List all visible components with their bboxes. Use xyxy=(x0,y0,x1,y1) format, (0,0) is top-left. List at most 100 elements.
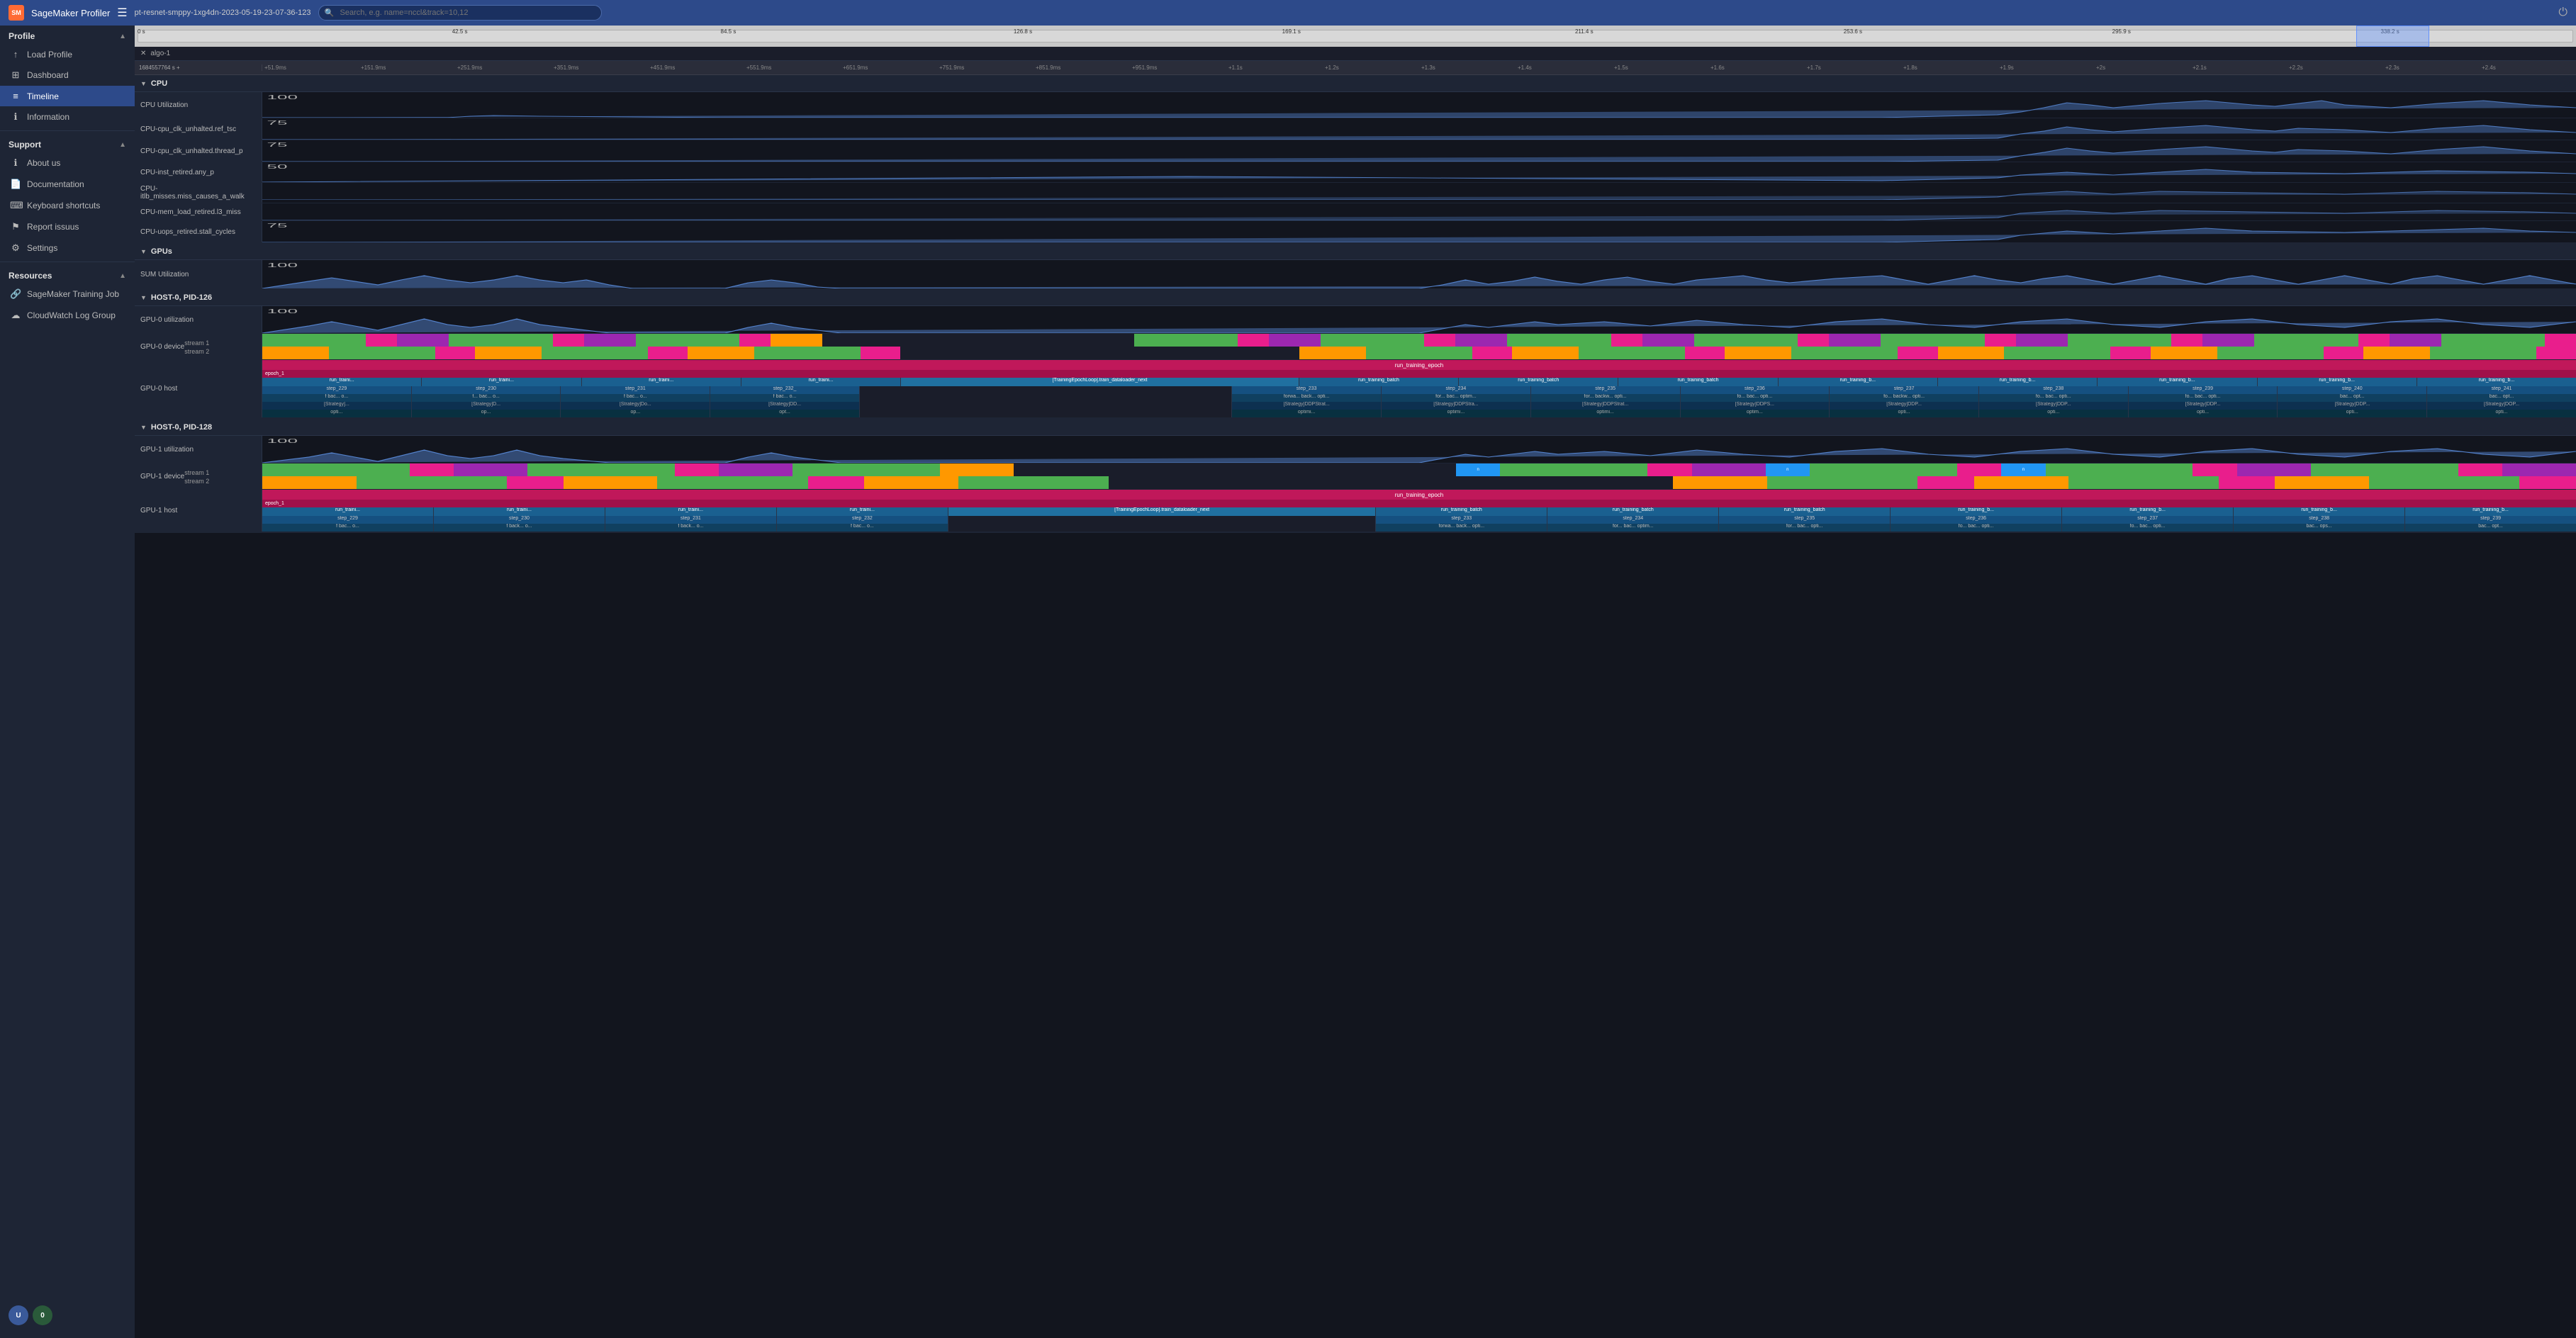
svg-text:100: 100 xyxy=(267,438,298,444)
cpu-clk-thread-label: CPU-cpu_clk_unhalted.thread_p xyxy=(135,140,262,162)
sidebar-item-documentation[interactable]: 📄 Documentation xyxy=(0,174,135,195)
host1-group-header[interactable]: ▼ HOST-0, PID-128 xyxy=(135,419,2576,436)
svg-text:100: 100 xyxy=(267,94,298,101)
cpu-itlb-chart[interactable] xyxy=(262,183,2576,200)
profile-section-header: Profile ▲ xyxy=(0,26,135,44)
sub-steps-row: f bac... o... f... bac... o... f bac... … xyxy=(262,394,2576,402)
gpu0-host-row: GPU-0 host run_training_epoch epoch_1 xyxy=(135,360,2576,419)
gpu0-device-chart[interactable] xyxy=(262,334,2576,359)
svg-text:75: 75 xyxy=(267,223,288,229)
sidebar-item-settings[interactable]: ⚙ Settings xyxy=(0,237,135,259)
settings-icon: ⚙ xyxy=(10,242,21,254)
search-input[interactable] xyxy=(318,5,602,21)
gpu1-stream2-label: stream 2 xyxy=(184,478,209,485)
avatar[interactable]: U xyxy=(9,1305,28,1325)
sidebar-item-about[interactable]: ℹ About us xyxy=(0,152,135,174)
hamburger-icon[interactable]: ☰ xyxy=(117,6,127,20)
gpu1-sub-steps: f bac... o... f back... o... f back... o… xyxy=(262,524,2576,532)
cloud-icon: ☁ xyxy=(10,310,21,321)
svg-text:75: 75 xyxy=(267,142,288,148)
gpu0-utilization-row: GPU-0 utilization 100 xyxy=(135,306,2576,334)
gpu1-step-numbers: step_229 step_230 step_231 step_232 step… xyxy=(262,516,2576,524)
timeline-header: ✕ algo-1 xyxy=(135,47,2576,61)
gpu1-device-label: GPU-1 device stream 1 stream 2 xyxy=(135,463,262,489)
sidebar-item-dashboard[interactable]: ⊞ Dashboard xyxy=(0,64,135,86)
sidebar-item-report-issues[interactable]: ⚑ Report issuus xyxy=(0,216,135,237)
opti-row: opti... op... op... opt... optimi... opt… xyxy=(262,410,2576,417)
host0-chevron-icon: ▼ xyxy=(140,294,147,301)
cpu-clk-thread-row: CPU-cpu_clk_unhalted.thread_p 75 xyxy=(135,140,2576,162)
gpu0-device-label: GPU-0 device stream 1 stream 2 xyxy=(135,334,262,359)
timeline-header-label: ✕ xyxy=(140,50,146,57)
power-icon[interactable]: ⏻ xyxy=(2558,6,2567,19)
step-labels-row: run_traini... run_traini... run_traini..… xyxy=(262,378,2576,386)
search-bar: 🔍 xyxy=(318,5,602,21)
gpu1-utilization-chart[interactable]: 100 xyxy=(262,436,2576,463)
profile-chevron-icon: ▲ xyxy=(119,33,126,40)
doc-icon: 📄 xyxy=(10,179,21,190)
sidebar-bottom: U 0 xyxy=(0,1300,135,1331)
sum-utilization-chart[interactable]: 100 xyxy=(262,260,2576,288)
cpu-itlb-label: CPU-itlb_misses.miss_causes_a_walk xyxy=(135,183,262,203)
gpu1-host-row: GPU-1 host run_training_epoch epoch_1 ru… xyxy=(135,490,2576,533)
cpu-clk-thread-chart[interactable]: 75 xyxy=(262,140,2576,162)
link-icon: 🔗 xyxy=(10,288,21,300)
info-icon: ℹ xyxy=(10,111,21,123)
about-icon: ℹ xyxy=(10,157,21,169)
gpu1-run-training-epoch-bar: run_training_epoch xyxy=(262,490,2576,500)
sidebar-item-load-profile[interactable]: ↑ Load Profile xyxy=(0,44,135,64)
support-chevron-icon: ▲ xyxy=(119,141,126,149)
cpu-clk-ref-chart[interactable]: 75 xyxy=(262,118,2576,140)
cpu-utilization-chart[interactable]: 100 xyxy=(262,92,2576,118)
cpu-clk-ref-row: CPU-cpu_clk_unhalted.ref_tsc 75 xyxy=(135,118,2576,140)
gpu1-step-labels: run_traini... run_traini... run_traini..… xyxy=(262,507,2576,516)
gpu0-stream2-label: stream 2 xyxy=(184,348,209,355)
app-title: SageMaker Profiler xyxy=(31,8,110,18)
sidebar-item-information[interactable]: ℹ Information xyxy=(0,106,135,128)
cpu-mem-row: CPU-mem_load_retired.l3_miss xyxy=(135,203,2576,221)
dashboard-icon: ⊞ xyxy=(10,69,21,81)
gpus-group-header[interactable]: ▼ GPUs xyxy=(135,243,2576,260)
cpu-group-header[interactable]: ▼ CPU xyxy=(135,75,2576,92)
topbar: SM SageMaker Profiler ☰ pt-resnet-smppy-… xyxy=(0,0,2576,26)
support-section-header: Support ▲ xyxy=(0,134,135,152)
svg-text:100: 100 xyxy=(267,262,298,269)
cpu-inst-row: CPU-inst_retired.any_p 50 xyxy=(135,162,2576,183)
avatar-secondary[interactable]: 0 xyxy=(33,1305,52,1325)
cpu-utilization-row: CPU Utilization 100 xyxy=(135,92,2576,118)
svg-text:100: 100 xyxy=(267,308,298,315)
sidebar-item-timeline[interactable]: ≡ Timeline xyxy=(0,86,135,106)
main-layout: Profile ▲ ↑ Load Profile ⊞ Dashboard ≡ T… xyxy=(0,26,2576,1338)
upload-icon: ↑ xyxy=(10,49,21,60)
sidebar: Profile ▲ ↑ Load Profile ⊞ Dashboard ≡ T… xyxy=(0,26,135,1338)
tracks-container: ▼ CPU CPU Utilization 100 xyxy=(135,75,2576,1338)
cpu-mem-chart[interactable] xyxy=(262,203,2576,220)
cpu-uops-row: CPU-uops_retired.stall_cycles 75 xyxy=(135,221,2576,243)
sidebar-item-keyboard-shortcuts[interactable]: ⌨ Keyboard shortcuts xyxy=(0,195,135,216)
breadcrumb: pt-resnet-smppy-1xg4dn-2023-05-19-23-07-… xyxy=(135,9,311,17)
host0-group-header[interactable]: ▼ HOST-0, PID-126 xyxy=(135,289,2576,306)
cpu-uops-chart[interactable]: 75 xyxy=(262,221,2576,242)
app-logo: SM xyxy=(9,5,24,21)
cpu-inst-chart[interactable]: 50 xyxy=(262,162,2576,182)
sidebar-item-cloudwatch[interactable]: ☁ CloudWatch Log Group xyxy=(0,305,135,326)
cpu-mem-label: CPU-mem_load_retired.l3_miss xyxy=(135,203,262,220)
flag-icon: ⚑ xyxy=(10,221,21,232)
gpu0-utilization-chart[interactable]: 100 xyxy=(262,306,2576,333)
secondary-ruler: 1684557764 s + +51.9ms +151.9ms +251.9ms… xyxy=(135,61,2576,75)
svg-text:50: 50 xyxy=(267,164,288,170)
timeline-minimap-ruler[interactable]: 0 s 42.5 s 84.5 s 126.8 s 169.1 s 211.4 … xyxy=(135,26,2576,47)
gpu0-host-label: GPU-0 host xyxy=(135,360,262,417)
sum-utilization-label: SUM Utilization xyxy=(135,260,262,288)
timeline-icon: ≡ xyxy=(10,91,21,101)
svg-text:75: 75 xyxy=(267,120,288,126)
gpu0-device-row: GPU-0 device stream 1 stream 2 xyxy=(135,334,2576,360)
resources-section-header: Resources ▲ xyxy=(0,265,135,283)
gpu1-device-chart[interactable]: n n n xyxy=(262,463,2576,489)
sidebar-item-sagemaker-job[interactable]: 🔗 SageMaker Training Job xyxy=(0,283,135,305)
sum-utilization-row: SUM Utilization 100 xyxy=(135,260,2576,289)
gpu1-host-label: GPU-1 host xyxy=(135,490,262,532)
gpu1-utilization-row: GPU-1 utilization 100 xyxy=(135,436,2576,463)
gpu1-stream1-label: stream 1 xyxy=(184,469,209,476)
cpu-uops-label: CPU-uops_retired.stall_cycles xyxy=(135,221,262,242)
